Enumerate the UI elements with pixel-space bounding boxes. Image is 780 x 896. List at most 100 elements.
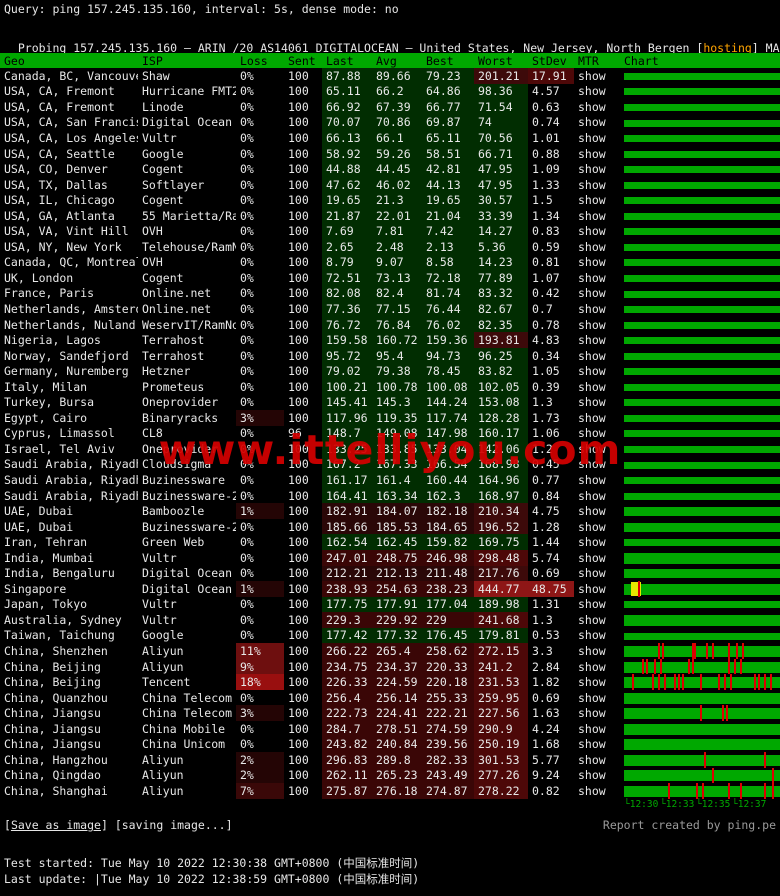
mtr-show-link[interactable]: show <box>574 768 620 784</box>
mtr-show-link[interactable]: show <box>574 783 620 799</box>
mtr-show-label[interactable]: show <box>578 411 606 425</box>
latency-sparkline[interactable] <box>624 472 780 488</box>
column-header-best[interactable]: Best <box>422 53 474 68</box>
cell-chart[interactable] <box>620 612 780 628</box>
mtr-show-link[interactable]: show <box>574 286 620 302</box>
mtr-show-link[interactable]: show <box>574 255 620 271</box>
cell-chart[interactable] <box>620 441 780 457</box>
mtr-show-link[interactable]: show <box>574 208 620 224</box>
latency-sparkline[interactable] <box>624 115 780 131</box>
cell-chart[interactable] <box>620 255 780 271</box>
mtr-show-label[interactable]: show <box>578 364 606 378</box>
mtr-show-label[interactable]: show <box>578 504 606 518</box>
cell-chart[interactable] <box>620 643 780 659</box>
latency-sparkline[interactable] <box>624 550 780 566</box>
latency-sparkline[interactable] <box>624 690 780 706</box>
mtr-show-label[interactable]: show <box>578 582 606 596</box>
latency-sparkline[interactable] <box>624 643 780 659</box>
latency-sparkline[interactable] <box>624 783 780 799</box>
mtr-show-link[interactable]: show <box>574 534 620 550</box>
latency-sparkline[interactable] <box>624 208 780 224</box>
cell-chart[interactable] <box>620 690 780 706</box>
cell-chart[interactable] <box>620 550 780 566</box>
latency-sparkline[interactable] <box>624 581 780 597</box>
latency-sparkline[interactable] <box>624 659 780 675</box>
latency-sparkline[interactable] <box>624 612 780 628</box>
mtr-show-link[interactable]: show <box>574 192 620 208</box>
latency-sparkline[interactable] <box>624 130 780 146</box>
column-header-loss[interactable]: Loss <box>236 53 284 68</box>
mtr-show-link[interactable]: show <box>574 410 620 426</box>
mtr-show-link[interactable]: show <box>574 161 620 177</box>
cell-chart[interactable] <box>620 286 780 302</box>
cell-chart[interactable] <box>620 768 780 784</box>
latency-sparkline[interactable] <box>624 317 780 333</box>
mtr-show-label[interactable]: show <box>578 147 606 161</box>
mtr-show-link[interactable]: show <box>574 301 620 317</box>
cell-chart[interactable] <box>620 161 780 177</box>
latency-sparkline[interactable] <box>624 301 780 317</box>
cell-chart[interactable] <box>620 68 780 84</box>
column-header-geo[interactable]: Geo <box>0 53 138 68</box>
cell-chart[interactable] <box>620 270 780 286</box>
mtr-show-label[interactable]: show <box>578 722 606 736</box>
latency-sparkline[interactable] <box>624 534 780 550</box>
cell-chart[interactable] <box>620 752 780 768</box>
cell-chart[interactable] <box>620 721 780 737</box>
latency-sparkline[interactable] <box>624 628 780 644</box>
mtr-show-label[interactable]: show <box>578 691 606 705</box>
latency-sparkline[interactable] <box>624 674 780 690</box>
mtr-show-label[interactable]: show <box>578 69 606 83</box>
mtr-show-label[interactable]: show <box>578 613 606 627</box>
latency-sparkline[interactable] <box>624 721 780 737</box>
mtr-show-link[interactable]: show <box>574 674 620 690</box>
mtr-show-label[interactable]: show <box>578 784 606 798</box>
latency-sparkline[interactable] <box>624 363 780 379</box>
mtr-show-link[interactable]: show <box>574 737 620 753</box>
latency-sparkline[interactable] <box>624 161 780 177</box>
mtr-show-label[interactable]: show <box>578 100 606 114</box>
mtr-show-label[interactable]: show <box>578 178 606 192</box>
mtr-show-label[interactable]: show <box>578 473 606 487</box>
mtr-show-label[interactable]: show <box>578 675 606 689</box>
latency-sparkline[interactable] <box>624 192 780 208</box>
cell-chart[interactable] <box>620 332 780 348</box>
mtr-show-label[interactable]: show <box>578 193 606 207</box>
mtr-show-label[interactable]: show <box>578 349 606 363</box>
latency-sparkline[interactable] <box>624 488 780 504</box>
mtr-show-label[interactable]: show <box>578 224 606 238</box>
column-header-chart[interactable]: Chart <box>620 53 780 68</box>
mtr-show-label[interactable]: show <box>578 442 606 456</box>
latency-sparkline[interactable] <box>624 332 780 348</box>
latency-sparkline[interactable] <box>624 255 780 271</box>
mtr-show-label[interactable]: show <box>578 457 606 471</box>
mtr-show-label[interactable]: show <box>578 706 606 720</box>
latency-sparkline[interactable] <box>624 441 780 457</box>
cell-chart[interactable] <box>620 659 780 675</box>
column-header-mtr[interactable]: MTR <box>574 53 620 68</box>
cell-chart[interactable] <box>620 130 780 146</box>
mtr-show-link[interactable]: show <box>574 223 620 239</box>
column-header-worst[interactable]: Worst <box>474 53 528 68</box>
mtr-show-link[interactable]: show <box>574 317 620 333</box>
mtr-show-link[interactable]: show <box>574 130 620 146</box>
cell-chart[interactable] <box>620 208 780 224</box>
mtr-show-link[interactable]: show <box>574 146 620 162</box>
cell-chart[interactable] <box>620 410 780 426</box>
mtr-show-link[interactable]: show <box>574 363 620 379</box>
mtr-show-link[interactable]: show <box>574 643 620 659</box>
latency-sparkline[interactable] <box>624 737 780 753</box>
mtr-show-link[interactable]: show <box>574 441 620 457</box>
mtr-show-link[interactable]: show <box>574 394 620 410</box>
mtr-show-link[interactable]: show <box>574 115 620 131</box>
mtr-show-link[interactable]: show <box>574 68 620 84</box>
mtr-show-link[interactable]: show <box>574 752 620 768</box>
mtr-show-link[interactable]: show <box>574 426 620 442</box>
cell-chart[interactable] <box>620 348 780 364</box>
latency-sparkline[interactable] <box>624 146 780 162</box>
column-header-last[interactable]: Last <box>322 53 372 68</box>
cell-chart[interactable] <box>620 581 780 597</box>
cell-chart[interactable] <box>620 115 780 131</box>
mtr-show-link[interactable]: show <box>574 628 620 644</box>
mtr-show-link[interactable]: show <box>574 488 620 504</box>
